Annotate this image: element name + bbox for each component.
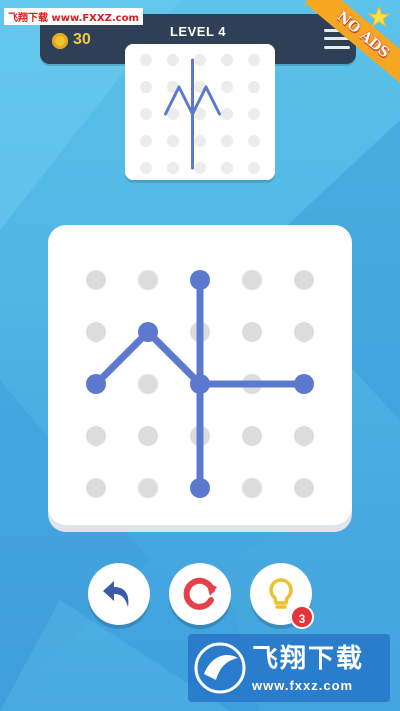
target-dot [221,162,233,174]
watermark-logo: 飞翔下载 www.fxxz.com [188,634,390,702]
grid-dot[interactable] [138,478,158,498]
target-dot [221,108,233,120]
grid-dot[interactable] [138,270,158,290]
target-dot [167,135,179,147]
target-dot [140,81,152,93]
watermark-banner: 飞翔下载 www.FXXZ.com [4,8,143,25]
target-dot [140,135,152,147]
restart-icon [183,577,217,610]
grid-dot[interactable] [138,374,158,394]
grid-dot[interactable] [138,426,158,446]
target-dot [248,54,260,66]
menu-icon-line [324,46,350,50]
target-dot [221,135,233,147]
grid-dot[interactable] [294,270,314,290]
undo-arrow-icon [103,581,129,607]
connected-dot[interactable] [190,374,210,394]
target-dot [140,162,152,174]
target-dot [167,54,179,66]
star-icon [368,6,390,28]
connected-dot[interactable] [138,322,158,342]
undo-button[interactable] [88,563,150,625]
puzzle-board[interactable] [48,225,352,525]
watermark-logo-icon [194,642,246,694]
connected-dot[interactable] [190,270,210,290]
grid-dot[interactable] [86,478,106,498]
grid-dot[interactable] [294,426,314,446]
grid-dot[interactable] [86,426,106,446]
grid-dot[interactable] [86,270,106,290]
target-dot [194,162,206,174]
watermark-url: www.fxxz.com [252,678,354,693]
target-dot [248,135,260,147]
target-dot [221,54,233,66]
target-pattern [140,54,260,174]
hint-count-badge: 3 [290,605,314,629]
target-dot [194,135,206,147]
grid-dot[interactable] [242,426,262,446]
target-dot [167,162,179,174]
target-dot [248,162,260,174]
restart-button[interactable] [169,563,231,625]
grid-dot[interactable] [242,322,262,342]
connected-dot[interactable] [190,478,210,498]
grid-dot[interactable] [294,478,314,498]
grid-dot[interactable] [242,270,262,290]
puzzle-grid[interactable] [48,225,352,525]
target-dot [194,54,206,66]
watermark-name: 飞翔下载 [252,644,365,674]
target-pattern-card [125,44,275,180]
connected-dot[interactable] [294,374,314,394]
target-dot [248,81,260,93]
target-dot [140,54,152,66]
level-title: LEVEL 4 [169,24,226,39]
connected-dot[interactable] [86,374,106,394]
grid-dot[interactable] [242,478,262,498]
target-dot [140,108,152,120]
hint-button[interactable]: 3 [250,563,314,629]
target-dot [221,81,233,93]
target-dot [248,108,260,120]
grid-dot[interactable] [86,322,106,342]
grid-dot[interactable] [294,322,314,342]
